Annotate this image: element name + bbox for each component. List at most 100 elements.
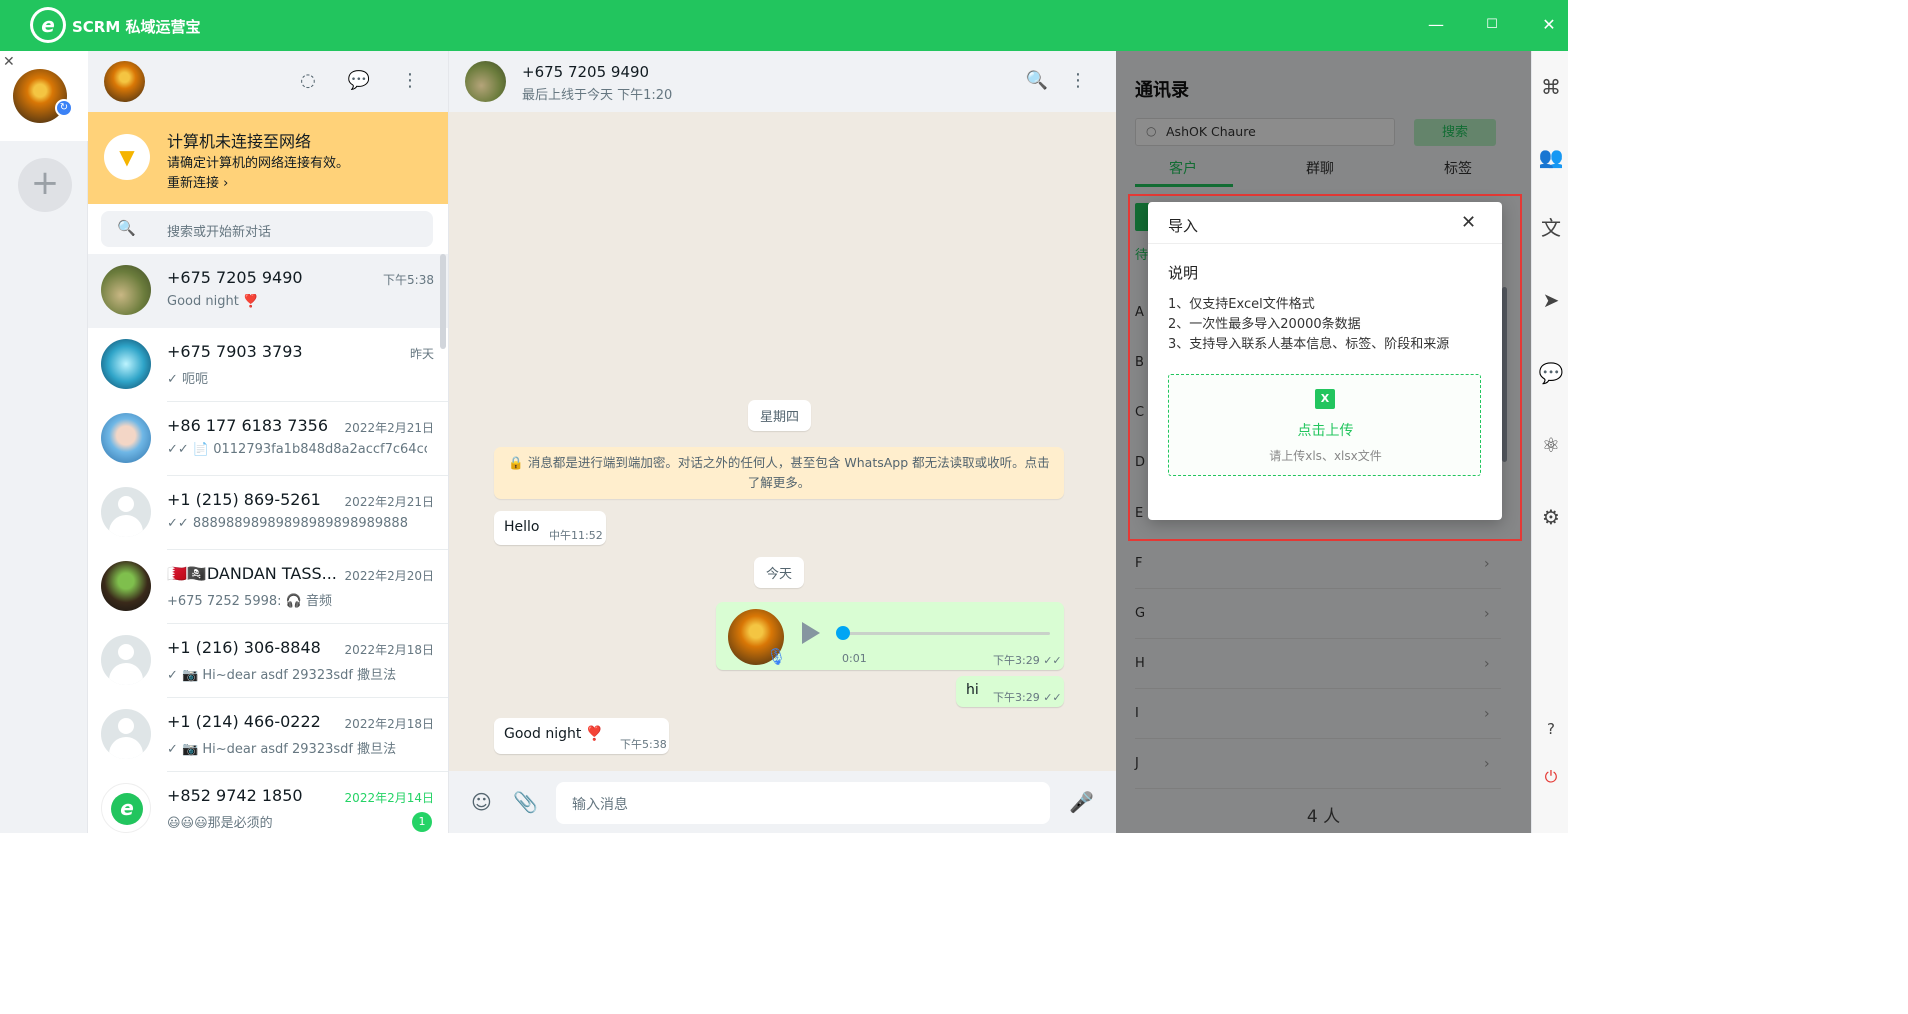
- send-icon[interactable]: ➤: [1538, 287, 1564, 313]
- voice-duration: 0:01: [842, 652, 867, 665]
- settings-icon[interactable]: ⚙: [1538, 504, 1564, 530]
- contact-avatar[interactable]: [465, 61, 506, 102]
- message-text: hi: [966, 682, 979, 698]
- voice-message: 🎙 0:01 下午3:29 ✓✓: [716, 602, 1064, 670]
- unread-badge: 1: [412, 812, 432, 832]
- menu-icon[interactable]: ⋮: [398, 69, 422, 93]
- account-rail: ✕ ↻ +: [0, 51, 88, 833]
- chat-name: +86 177 6183 7356: [167, 416, 328, 435]
- offline-subtitle: 请确定计算机的网络连接有效。: [167, 156, 350, 171]
- contacts-icon[interactable]: 👥: [1538, 144, 1564, 170]
- upload-dropzone[interactable]: X 点击上传 请上传xls、xlsx文件: [1168, 374, 1481, 476]
- wifi-off-icon: ▼: [104, 134, 150, 180]
- chat-list-header: ◌ 💬 ⋮: [88, 51, 448, 112]
- maximize-button[interactable]: ☐: [1480, 13, 1504, 37]
- translate-icon[interactable]: 文: [1538, 215, 1564, 241]
- microphone-icon[interactable]: 🎤: [1069, 790, 1094, 814]
- reconnect-link[interactable]: 重新连接 ›: [167, 172, 228, 191]
- attach-icon[interactable]: 📎: [513, 790, 538, 814]
- chat-item[interactable]: +1 (215) 869-5261 2022年2月21日 ✓✓ 88898898…: [88, 476, 448, 550]
- atom-icon[interactable]: ⚛: [1538, 432, 1564, 458]
- close-window-button[interactable]: ✕: [1537, 13, 1561, 37]
- excel-icon: X: [1315, 389, 1335, 409]
- chat-preview: ✓✓ 📄 0112793fa1b848d8a2accf7c64cc...: [167, 442, 427, 457]
- chat-preview: ✓ 📷 Hi~dear asdf 29323sdf 撒旦法: [167, 742, 397, 757]
- message-text: Good night ❣️: [504, 726, 604, 742]
- default-avatar-icon: [101, 709, 151, 759]
- chat-item[interactable]: +675 7903 3793 昨天 ✓ 呃呃: [88, 328, 448, 402]
- last-seen: 最后上线于今天 下午1:20: [522, 88, 673, 103]
- conversation-panel: +675 7205 9490 最后上线于今天 下午1:20 🔍 ⋮ 星期四 🔒 …: [449, 51, 1116, 833]
- app-logo: e: [30, 7, 66, 43]
- message-text: Hello: [504, 519, 540, 535]
- message-input[interactable]: 输入消息: [556, 782, 1050, 824]
- chat-search-input[interactable]: 🔍 搜索或开始新对话: [101, 211, 433, 247]
- app-logo-icon: e: [33, 10, 63, 40]
- chat-item[interactable]: 🇧🇭🏴‍☠️DANDAN TASS... 2022年2月20日 +675 725…: [88, 550, 448, 624]
- default-avatar-icon: [101, 487, 151, 537]
- upload-label[interactable]: 点击上传: [1169, 420, 1482, 440]
- chat-list-panel: ◌ 💬 ⋮ ▼ 计算机未连接至网络 请确定计算机的网络连接有效。 重新连接 › …: [88, 51, 449, 833]
- chat-list-scrollbar[interactable]: [440, 254, 446, 349]
- search-icon: 🔍: [117, 219, 136, 237]
- offline-banner: ▼ 计算机未连接至网络 请确定计算机的网络连接有效。 重新连接 ›: [88, 112, 448, 204]
- search-placeholder: 搜索或开始新对话: [167, 225, 272, 240]
- message-time: 下午3:29 ✓✓: [993, 654, 1062, 667]
- voice-progress-knob[interactable]: [836, 626, 850, 640]
- chat-item[interactable]: +86 177 6183 7356 2022年2月21日 ✓✓ 📄 011279…: [88, 402, 448, 476]
- close-icon[interactable]: ✕: [1461, 212, 1476, 233]
- chat-time: 2022年2月21日: [344, 421, 434, 435]
- message-in: Hello 中午11:52: [494, 511, 606, 545]
- search-icon[interactable]: 🔍: [1025, 69, 1049, 93]
- chat-name: +852 9742 1850: [167, 786, 303, 805]
- chat-preview: ✓ 呃呃: [167, 372, 209, 387]
- chat-time: 2022年2月20日: [344, 569, 434, 583]
- voice-progress-track[interactable]: [842, 632, 1050, 635]
- chat-item[interactable]: e +852 9742 1850 2022年2月14日 😃😃😃那是必须的 1: [88, 772, 448, 833]
- encryption-notice[interactable]: 🔒 消息都是进行端到端加密。对话之外的任何人，甚至包含 WhatsApp 都无法…: [494, 447, 1064, 499]
- dialog-title: 导入: [1168, 217, 1199, 235]
- my-avatar[interactable]: [104, 61, 145, 102]
- chat-preview: ✓ 📷 Hi~dear asdf 29323sdf 撒旦法: [167, 668, 397, 683]
- chat-time: 2022年2月14日: [344, 791, 434, 805]
- chat-item[interactable]: +675 7205 9490 下午5:38 Good night ❣️: [88, 254, 448, 328]
- instruction-line: 3、支持导入联系人基本信息、标签、阶段和来源: [1168, 337, 1450, 352]
- new-chat-icon[interactable]: 💬: [347, 69, 371, 93]
- dialog-header: 导入 ✕: [1148, 202, 1502, 244]
- play-icon[interactable]: [802, 622, 820, 644]
- message-out: hi 下午3:29 ✓✓: [956, 676, 1064, 707]
- message-time: 下午3:29 ✓✓: [993, 691, 1062, 704]
- chat-time: 下午5:38: [383, 273, 434, 287]
- chat-time: 2022年2月18日: [344, 717, 434, 731]
- status-icon[interactable]: ◌: [296, 69, 320, 93]
- chat-preview: Good night ❣️: [167, 294, 260, 309]
- logout-icon[interactable]: ⏻: [1538, 764, 1564, 790]
- menu-icon[interactable]: ⋮: [1066, 69, 1090, 93]
- chat-item[interactable]: +1 (216) 306-8848 2022年2月18日 ✓ 📷 Hi~dear…: [88, 624, 448, 698]
- chat-name: +675 7903 3793: [167, 342, 303, 361]
- chat-item[interactable]: +1 (214) 466-0222 2022年2月18日 ✓ 📷 Hi~dear…: [88, 698, 448, 772]
- app-title: SCRM 私域运营宝: [72, 18, 201, 36]
- chat-bubble-icon[interactable]: 💬: [1538, 360, 1564, 386]
- message-placeholder: 输入消息: [572, 797, 628, 813]
- chat-preview: ✓✓ 88898898989898989898989888: [167, 516, 408, 531]
- close-account-icon[interactable]: ✕: [3, 54, 15, 70]
- conversation-header[interactable]: +675 7205 9490 最后上线于今天 下午1:20 🔍 ⋮: [449, 51, 1116, 112]
- chat-time: 2022年2月21日: [344, 495, 434, 509]
- contact-avatar: [101, 265, 151, 315]
- contact-avatar: [101, 561, 151, 611]
- chat-name: +1 (216) 306-8848: [167, 638, 321, 657]
- message-time: 中午11:52: [549, 529, 603, 542]
- minimize-button[interactable]: —: [1424, 13, 1448, 37]
- chat-name: +1 (214) 466-0222: [167, 712, 321, 731]
- message-in: Good night ❣️ 下午5:38: [494, 718, 669, 754]
- help-icon[interactable]: ?: [1538, 716, 1564, 742]
- add-account-button[interactable]: +: [18, 158, 72, 212]
- account-tile[interactable]: ✕ ↻: [0, 51, 88, 141]
- date-divider: 今天: [754, 557, 805, 588]
- contact-avatar: [101, 339, 151, 389]
- chat-search-bar: 🔍 搜索或开始新对话: [88, 204, 448, 254]
- emoji-icon[interactable]: ☺: [471, 790, 492, 814]
- conversation-name: +675 7205 9490: [522, 63, 650, 81]
- apps-icon[interactable]: ⌘: [1538, 74, 1564, 100]
